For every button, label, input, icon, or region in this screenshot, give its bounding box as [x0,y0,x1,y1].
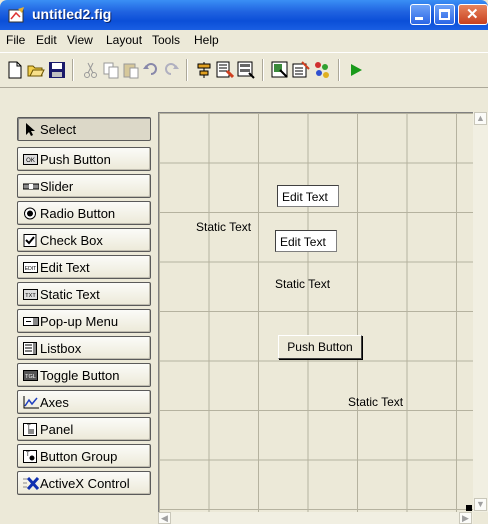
new-icon[interactable] [6,61,24,79]
palette-select[interactable]: Select [17,117,151,141]
palette-label: Check Box [40,233,103,248]
menu-layout[interactable]: Layout [106,33,142,47]
palette-label: Radio Button [40,206,116,221]
scroll-left-icon[interactable]: ◀ [158,512,171,524]
align-icon[interactable] [195,61,213,79]
palette-slider[interactable]: Slider [17,174,151,198]
listbox-icon [23,342,37,355]
run-icon[interactable] [347,61,365,79]
menu-tools[interactable]: Tools [152,33,180,47]
palette-panel[interactable]: T Panel [17,417,151,441]
redo-icon[interactable] [162,61,180,79]
palette-static-text[interactable]: TXT Static Text [17,282,151,306]
menu-help[interactable]: Help [194,33,219,47]
maximize-button[interactable] [434,4,455,25]
menu-file[interactable]: File [6,33,25,47]
layout-canvas[interactable]: Edit Text Static Text Edit Text Static T… [158,112,474,513]
close-icon: ✕ [466,6,479,23]
palette-label: Panel [40,422,74,437]
static-text-icon-text: TXT [25,293,36,299]
palette-push-button[interactable]: OK Push Button [17,147,151,171]
toolbar-separator [72,59,74,81]
palette-radio-button[interactable]: Radio Button [17,201,151,225]
button-group-icon: T [23,450,37,463]
title-bar: untitled2.fig ✕ [0,0,488,30]
push-button-icon-text: OK [26,158,35,164]
object-browser-icon[interactable] [313,61,331,79]
edit-text-2[interactable]: Edit Text [275,230,337,252]
guide-figure-icon [8,7,24,23]
toolbar [0,52,488,88]
cut-icon[interactable] [82,61,100,79]
radio-button-icon [24,207,36,220]
palette-label: Slider [40,179,74,194]
static-text-icon: TXT [23,289,38,300]
static-text-1[interactable]: Static Text [196,220,251,234]
static-text-3[interactable]: Static Text [348,395,403,409]
open-icon[interactable] [27,61,45,79]
palette-label: Select [40,122,77,137]
close-button[interactable]: ✕ [458,4,488,25]
button-group-icon-text: T [26,452,30,458]
palette-label: Static Text [40,287,100,302]
axes-icon [23,396,39,409]
palette-popup-menu[interactable]: Pop-up Menu [17,309,151,333]
slider-icon [23,183,39,190]
scroll-down-icon[interactable]: ▼ [474,498,487,511]
toolbar-separator [262,59,264,81]
toolbar-separator [338,59,340,81]
scroll-up-icon[interactable]: ▲ [474,112,487,125]
undo-icon[interactable] [142,61,160,79]
push-button[interactable]: Push Button [278,335,362,359]
static-text-2[interactable]: Static Text [275,277,330,291]
property-inspector-icon[interactable] [292,61,310,79]
copy-icon[interactable] [102,61,120,79]
palette-check-box[interactable]: Check Box [17,228,151,252]
maximize-icon [439,9,450,20]
toggle-button-icon: TGL [23,370,38,381]
palette-label: Listbox [40,341,82,356]
menu-bar: File Edit View Layout Tools Help [0,30,488,50]
push-button-icon: OK [23,154,38,165]
palette-edit-text[interactable]: EDIT Edit Text [17,255,151,279]
palette-label: Button Group [40,449,118,464]
palette-listbox[interactable]: Listbox [17,336,151,360]
figure-resize-handle[interactable] [466,505,472,511]
toolbar-separator [186,59,188,81]
tab-order-icon[interactable] [237,61,255,79]
edit-text-icon-text: EDIT [25,266,36,272]
menu-edit[interactable]: Edit [36,33,57,47]
vertical-scrollbar[interactable]: ▲ ▼ [473,112,488,512]
minimize-button[interactable] [410,4,431,25]
palette-toggle-button[interactable]: TGL Toggle Button [17,363,151,387]
m-file-editor-icon[interactable] [271,61,289,79]
menu-editor-icon[interactable] [216,61,234,79]
palette-button-group[interactable]: T Button Group [17,444,151,468]
palette-axes[interactable]: Axes [17,390,151,414]
paste-icon[interactable] [122,61,140,79]
palette-label: Toggle Button [40,368,120,383]
palette-label: Axes [40,395,69,410]
palette-label: Pop-up Menu [40,314,119,329]
activex-icon [23,477,39,490]
edit-text-1[interactable]: Edit Text [277,185,339,207]
palette-label: Edit Text [40,260,90,275]
panel-icon: T [23,423,37,436]
minimize-icon [415,17,423,20]
palette-label: Push Button [40,152,111,167]
menu-view[interactable]: View [67,33,93,47]
save-icon[interactable] [48,61,66,79]
window-title: untitled2.fig [32,6,112,22]
palette-label: ActiveX Control [40,476,130,491]
toggle-button-icon-text: TGL [25,374,36,380]
arrow-cursor-icon [26,123,35,136]
popup-menu-icon [23,317,39,326]
scroll-right-icon[interactable]: ▶ [459,512,472,524]
check-box-icon [23,234,37,247]
palette-activex-control[interactable]: ActiveX Control [17,471,151,495]
horizontal-scrollbar[interactable]: ◀ ▶ [158,512,473,524]
edit-text-icon: EDIT [23,262,38,273]
